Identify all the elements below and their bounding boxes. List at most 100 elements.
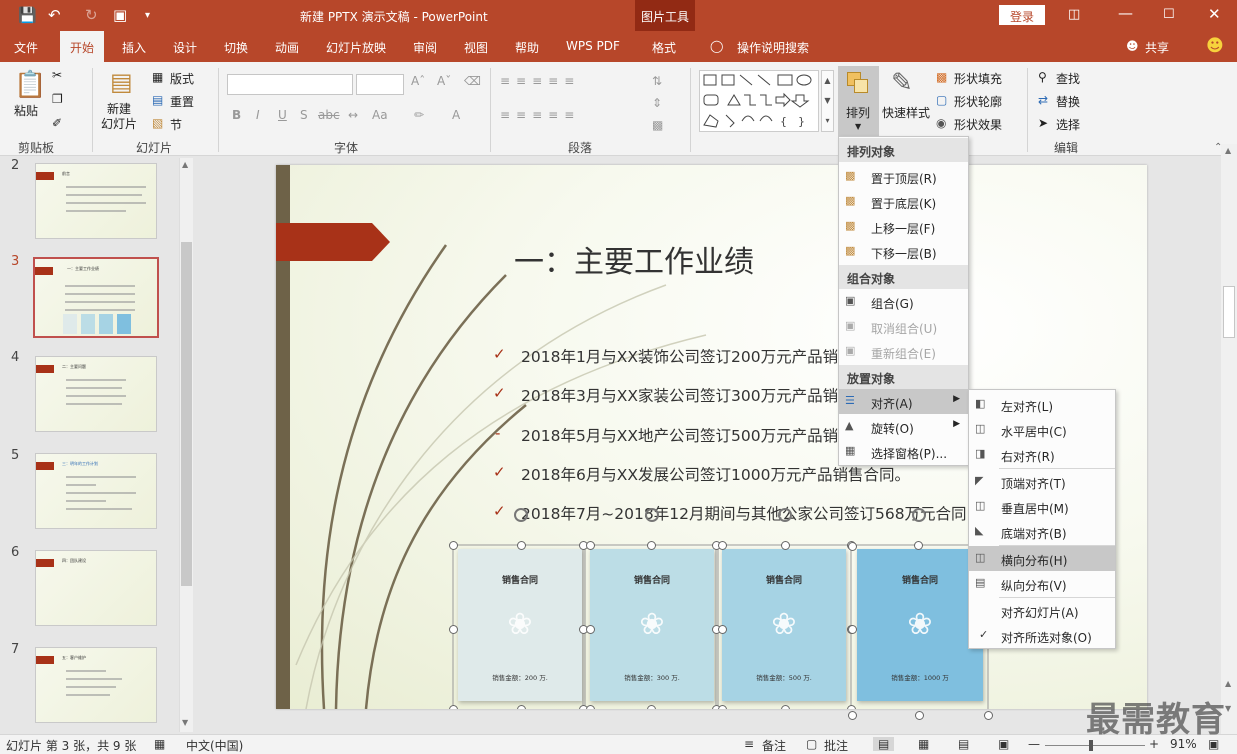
scroll-down-icon[interactable]: ▼ — [182, 718, 188, 727]
resize-handle[interactable] — [984, 711, 993, 720]
notes-button[interactable]: 备注 — [762, 737, 786, 754]
resize-handle[interactable] — [848, 625, 857, 634]
language-status[interactable]: 中文(中国) — [186, 737, 243, 754]
menu-item-send-to-back[interactable]: ▩ 置于底层(K) — [839, 189, 968, 214]
tab-review[interactable]: 审阅 — [413, 39, 437, 56]
resize-handle[interactable] — [847, 705, 856, 709]
scroll-thumb[interactable] — [1223, 286, 1235, 338]
resize-handle[interactable] — [718, 625, 727, 634]
share-icon[interactable]: ☻ — [1126, 39, 1139, 53]
scroll-thumb[interactable] — [181, 242, 192, 586]
align-icons[interactable]: ≡≡≡≡≡ — [500, 108, 580, 122]
resize-handle[interactable] — [586, 625, 595, 634]
menu-item-align-middle[interactable]: ◫ 垂直居中(M) — [969, 494, 1115, 519]
menu-item-align-bottom[interactable]: ◣ 底端对齐(B) — [969, 519, 1115, 544]
rotate-handle[interactable] — [514, 508, 528, 522]
login-button[interactable]: 登录 — [999, 5, 1045, 25]
slide-thumbnail-6[interactable]: 四：团队建设 — [35, 550, 157, 626]
slideshow-view-icon[interactable]: ▣ — [998, 737, 1009, 751]
zoom-out-icon[interactable]: — — [1028, 737, 1040, 751]
zoom-slider[interactable] — [1045, 745, 1145, 746]
tab-transitions[interactable]: 切换 — [224, 39, 248, 56]
decrease-font-icon[interactable]: Aˇ — [437, 74, 451, 88]
menu-item-align-top[interactable]: ◤ 顶端对齐(T) — [969, 469, 1115, 494]
menu-item-align-left[interactable]: ◧ 左对齐(L) — [969, 392, 1115, 417]
format-painter-icon[interactable]: ✐ — [52, 116, 62, 130]
resize-handle[interactable] — [449, 705, 458, 709]
menu-item-align-right[interactable]: ◨ 右对齐(R) — [969, 442, 1115, 467]
slide-thumbnail-2[interactable]: 前言 — [35, 163, 157, 239]
font-color-icon[interactable]: A — [452, 108, 460, 122]
tab-help[interactable]: 帮助 — [515, 39, 539, 56]
select-button[interactable]: 选择 — [1056, 116, 1080, 133]
shadow-icon[interactable]: S — [300, 108, 308, 122]
tab-format[interactable]: 格式 — [652, 39, 676, 56]
scroll-up-icon[interactable]: ▲ — [182, 160, 188, 169]
customize-qat-icon[interactable]: ▾ — [145, 10, 150, 21]
save-icon[interactable]: 💾 — [18, 6, 37, 24]
resize-handle[interactable] — [781, 541, 790, 550]
tab-home[interactable]: 开始 — [60, 31, 105, 62]
shape-fill-button[interactable]: 形状填充 — [954, 70, 1002, 87]
tab-slideshow[interactable]: 幻灯片放映 — [326, 39, 386, 56]
bold-icon[interactable]: B — [232, 108, 241, 122]
shapes-gallery[interactable]: {} — [699, 70, 819, 132]
menu-item-ungroup[interactable]: ▣ 取消组合(U) — [839, 314, 968, 339]
normal-view-icon[interactable]: ▤ — [873, 737, 895, 751]
reset-button[interactable]: 重置 — [170, 93, 194, 110]
resize-handle[interactable] — [449, 541, 458, 550]
tab-design[interactable]: 设计 — [173, 39, 197, 56]
resize-handle[interactable] — [781, 705, 790, 709]
menu-item-bring-to-front[interactable]: ▩ 置于顶层(R) — [839, 164, 968, 189]
minimize-icon[interactable]: — — [1118, 4, 1133, 22]
slide-thumbnail-5[interactable]: 三：明年的工作计划 — [35, 453, 157, 529]
paste-button[interactable]: 粘贴 — [14, 102, 38, 119]
resize-handle[interactable] — [848, 542, 857, 551]
menu-item-bring-forward[interactable]: ▩ 上移一层(F) — [839, 214, 968, 239]
text-direction-icon[interactable]: ⇅ — [652, 74, 662, 88]
slide-thumbnail-7[interactable]: 五：客户维护 — [35, 647, 157, 723]
resize-handle[interactable] — [586, 705, 595, 709]
new-slide-icon[interactable]: ▤ — [110, 68, 133, 96]
resize-handle[interactable] — [517, 705, 526, 709]
highlight-icon[interactable]: ✏ — [414, 108, 424, 122]
resize-handle[interactable] — [517, 541, 526, 550]
ribbon-display-icon[interactable]: ◫ — [1068, 7, 1080, 22]
share-button[interactable]: 共享 — [1145, 39, 1169, 56]
align-text-icon[interactable]: ⇕ — [652, 96, 662, 110]
accessibility-icon[interactable]: ▦ — [154, 737, 165, 751]
list-icons[interactable]: ≡≡≡≡≡ — [500, 74, 580, 88]
tab-insert[interactable]: 插入 — [122, 39, 146, 56]
slide-thumbnail-4[interactable]: 二：主要问题 — [35, 356, 157, 432]
menu-item-regroup[interactable]: ▣ 重新组合(E) — [839, 339, 968, 364]
font-name-dropdown[interactable] — [227, 74, 353, 95]
paste-icon[interactable]: 📋 — [14, 70, 46, 100]
section-button[interactable]: 节 — [170, 116, 182, 133]
slide-sorter-icon[interactable]: ▦ — [918, 737, 929, 751]
menu-item-selection-pane[interactable]: ▦ 选择窗格(P)... — [839, 439, 968, 464]
prev-slide-icon[interactable]: ▲ — [1225, 679, 1231, 688]
maximize-icon[interactable]: ☐ — [1163, 7, 1175, 22]
close-icon[interactable]: ✕ — [1208, 5, 1221, 23]
tell-me-search[interactable]: 操作说明搜索 — [737, 39, 809, 56]
menu-item-align[interactable]: ☰ 对齐(A) ▶ — [839, 389, 968, 414]
start-slideshow-icon[interactable]: ▣ — [113, 6, 127, 24]
italic-icon[interactable]: I — [256, 108, 260, 122]
tab-file[interactable]: 文件 — [14, 39, 38, 56]
menu-item-send-backward[interactable]: ▩ 下移一层(B) — [839, 239, 968, 264]
resize-handle[interactable] — [848, 711, 857, 720]
scroll-up-icon[interactable]: ▲ — [1225, 146, 1231, 155]
rotate-handle[interactable] — [645, 508, 659, 522]
resize-handle[interactable] — [586, 541, 595, 550]
resize-handle[interactable] — [718, 705, 727, 709]
quick-styles-icon[interactable]: ✎ — [891, 68, 913, 98]
arrange-button[interactable]: 排列 ▼ — [838, 66, 879, 138]
undo-icon[interactable]: ↶ — [48, 6, 61, 24]
rotate-handle[interactable] — [778, 508, 792, 522]
resize-handle[interactable] — [718, 541, 727, 550]
increase-font-icon[interactable]: Aˆ — [411, 74, 425, 88]
cut-icon[interactable]: ✂ — [52, 68, 62, 82]
menu-item-align-center[interactable]: ◫ 水平居中(C) — [969, 417, 1115, 442]
comments-button[interactable]: 批注 — [824, 737, 848, 754]
clear-format-icon[interactable]: ⌫ — [464, 74, 481, 88]
